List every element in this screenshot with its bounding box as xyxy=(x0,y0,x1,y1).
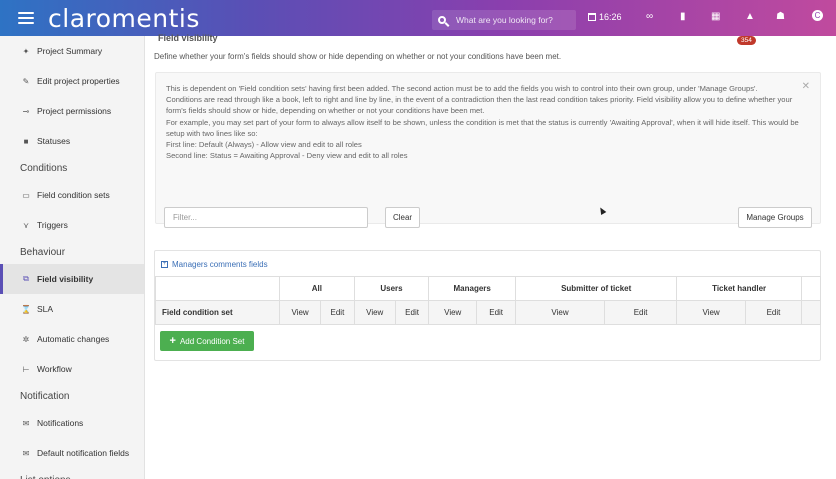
info-line: This is dependent on 'Field condition se… xyxy=(166,84,758,93)
table-header-roles: All Users Managers Submitter of ticket T… xyxy=(155,276,821,301)
people-icon[interactable]: ☗ xyxy=(776,11,785,22)
edit-header: Edit xyxy=(744,300,803,325)
info-line: First line: Default (Always) - Allow vie… xyxy=(166,140,362,150)
manage-groups-button[interactable]: Manage Groups xyxy=(738,207,812,228)
infinity-icon[interactable]: ∞ xyxy=(646,11,653,22)
info-box: ✕ This is dependent on 'Field condition … xyxy=(155,72,821,224)
sidebar-item-project-permissions[interactable]: ⊸ Project permissions xyxy=(0,96,144,126)
view-header: View xyxy=(515,300,605,325)
bookmark-icon[interactable]: ▮ xyxy=(680,11,686,22)
sidebar-section-list-options: List options xyxy=(0,468,144,479)
sidebar-item-edit-project-properties[interactable]: ✎ Edit project properties xyxy=(0,66,144,96)
role-header: Managers xyxy=(428,276,517,301)
apps-grid-icon[interactable]: ▦ xyxy=(711,11,720,22)
search-icon xyxy=(438,16,446,24)
pencil-icon: ✎ xyxy=(22,76,30,86)
view-header: View xyxy=(676,300,746,325)
envelope-star-icon: ✉ xyxy=(22,448,30,458)
view-header: View xyxy=(428,300,478,325)
trigger-icon: ⋎ xyxy=(23,220,29,230)
search-box[interactable] xyxy=(432,10,576,30)
key-icon: ⊸ xyxy=(22,106,30,116)
sidebar-item-statuses[interactable]: ■ Statuses xyxy=(0,126,144,156)
calendar-icon xyxy=(588,13,596,21)
avatar[interactable]: C xyxy=(812,10,823,21)
table-header-actions: Field condition set View Edit View Edit … xyxy=(155,300,821,325)
logo[interactable]: claromentis xyxy=(48,4,200,33)
role-header: Ticket handler xyxy=(676,276,802,301)
magic-icon: ✲ xyxy=(22,334,30,344)
sidebar: ✦ Project Summary ✎ Edit project propertie… xyxy=(0,36,145,479)
sidebar-item-automatic-changes[interactable]: ✲ Automatic changes xyxy=(0,324,144,354)
sidebar-section-behaviour: Behaviour xyxy=(20,246,66,258)
close-icon[interactable]: ✕ xyxy=(802,81,810,92)
sidebar-item-workflow[interactable]: ⊢ Workflow xyxy=(0,354,144,384)
permissions-table: All Users Managers Submitter of ticket T… xyxy=(155,276,821,325)
sidebar-section-conditions: Conditions xyxy=(20,162,68,174)
rectangle-icon: ▭ xyxy=(22,190,30,200)
sidebar-section-notification: Notification xyxy=(20,390,70,402)
top-bar: claromentis 16:26 ∞ ▮ ▦ ▲ ☗ C xyxy=(0,0,836,36)
edit-header: Edit xyxy=(394,300,430,325)
hamburger-menu-icon[interactable] xyxy=(18,9,34,27)
info-line: Conditions are read through like a book,… xyxy=(166,95,793,116)
sidebar-item-sla[interactable]: ⌛ SLA xyxy=(0,294,144,324)
view-header: View xyxy=(278,300,322,325)
sidebar-item-project-summary[interactable]: ✦ Project Summary xyxy=(0,36,144,66)
edit-header: Edit xyxy=(603,300,678,325)
search-input[interactable] xyxy=(456,15,566,25)
info-line: For example, you may set part of your fo… xyxy=(166,117,799,138)
sidebar-item-field-visibility[interactable]: ⧉ Field visibility xyxy=(0,264,144,294)
main-content: Field visibility Define whether your for… xyxy=(145,33,836,479)
group-panel: + Managers comments fields All Users Man… xyxy=(154,250,821,361)
group-toggle[interactable]: + Managers comments fields xyxy=(161,260,268,269)
sidebar-item-notifications[interactable]: ✉ Notifications xyxy=(0,408,144,438)
group-name: Managers comments fields xyxy=(172,260,268,269)
visibility-icon: ⧉ xyxy=(23,274,29,283)
clock: 16:26 xyxy=(588,12,622,22)
sidebar-item-field-condition-sets[interactable]: ▭ Field condition sets xyxy=(0,180,144,210)
page-title: Field visibility xyxy=(158,33,218,43)
view-header: View xyxy=(353,300,396,325)
edit-header: Edit xyxy=(320,300,355,325)
sidebar-item-default-notification-fields[interactable]: ✉ Default notification fields xyxy=(0,438,144,468)
role-header: Users xyxy=(353,276,430,301)
role-header: All xyxy=(279,276,355,301)
plus-icon: + xyxy=(169,335,176,347)
folder-icon: ■ xyxy=(23,136,29,146)
edit-header: Edit xyxy=(476,300,517,325)
field-condition-set-header: Field condition set xyxy=(155,300,280,325)
info-line: Second line: Status = Awaiting Approval … xyxy=(166,151,408,161)
flow-icon: ⊢ xyxy=(22,364,30,374)
filter-input[interactable] xyxy=(164,207,368,228)
envelope-icon: ✉ xyxy=(22,418,30,428)
bell-icon[interactable]: ▲ xyxy=(745,11,755,22)
pin-icon: ✦ xyxy=(22,46,30,56)
expand-plus-icon: + xyxy=(161,261,168,268)
page-description: Define whether your form's fields should… xyxy=(154,52,562,61)
role-header: Submitter of ticket xyxy=(515,276,678,301)
sidebar-item-triggers[interactable]: ⋎ Triggers xyxy=(0,210,144,240)
add-condition-set-button[interactable]: + Add Condition Set xyxy=(160,331,254,351)
clear-button[interactable]: Clear xyxy=(385,207,420,228)
hourglass-icon: ⌛ xyxy=(21,304,31,314)
clock-time: 16:26 xyxy=(599,12,622,22)
